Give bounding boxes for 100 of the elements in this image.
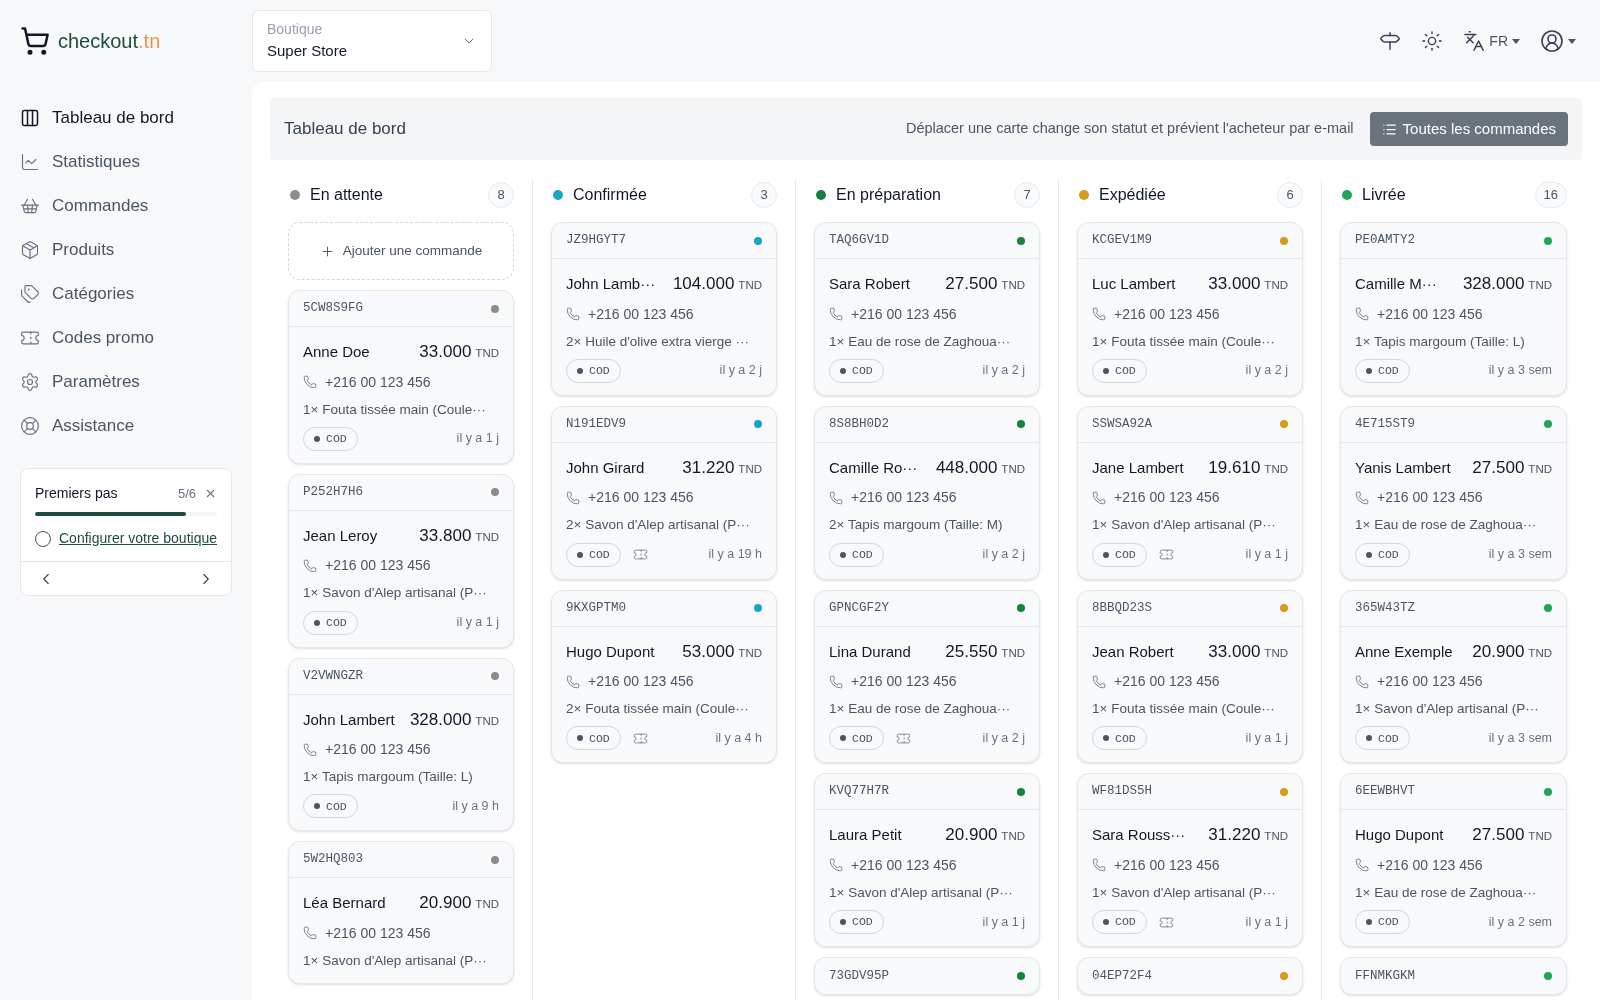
- task-link[interactable]: Configurer votre boutique: [59, 528, 217, 549]
- currency: TND: [738, 278, 762, 293]
- caret-icon: [1568, 38, 1576, 44]
- order-time: il y a 1 j: [1245, 546, 1288, 564]
- order-time: il y a 1 j: [456, 614, 499, 632]
- phone-number: +216 00 123 456: [588, 304, 694, 324]
- order-items: 2× Fouta tissée main (Coule···: [566, 700, 750, 718]
- order-card[interactable]: SSWSA92A Jane Lambert 19.610 TND +216 00 123 456 1× Savon d'Alep artisanal (P··· COD il y a 1 j: [1077, 405, 1303, 580]
- currency: TND: [738, 645, 762, 661]
- order-id: FFNMKGKM: [1355, 967, 1415, 985]
- phone-icon: [303, 926, 317, 941]
- order-card[interactable]: 4E715ST9 Yanis Lambert 27.500 TND +216 00 123 456 1× Eau de rose de Zaghoua··· COD il y a 3 sem: [1340, 405, 1567, 580]
- order-card[interactable]: WF81DS5H Sara Rouss··· 31.220 TND +216 00 123 456 1× Savon d'Alep artisanal (P··· COD il y a 1 j: [1077, 773, 1303, 947]
- order-amount: 20.900: [1472, 640, 1525, 663]
- order-items: 1× Savon d'Alep artisanal (P···: [1355, 700, 1540, 718]
- order-card[interactable]: P252H7H6 Jean Leroy 33.800 TND +216 00 123 456 1× Savon d'Alep artisanal (P··· COD il y a 1 j: [288, 473, 514, 648]
- phone-icon: [1355, 307, 1369, 321]
- order-items: 2× Tapis margoum (Taille: M): [829, 516, 1004, 535]
- sun-icon[interactable]: [1421, 30, 1444, 52]
- close-icon[interactable]: [204, 487, 217, 500]
- phone-number: +216 00 123 456: [1114, 855, 1220, 875]
- order-card[interactable]: 73GDV95P: [814, 957, 1040, 995]
- phone-icon: [829, 307, 843, 321]
- phone-icon: [1355, 674, 1369, 689]
- order-id: 8S8BH0D2: [829, 415, 889, 433]
- language-menu[interactable]: FR: [1463, 30, 1520, 52]
- order-card[interactable]: 04EP72F4: [1077, 957, 1303, 995]
- task-checkbox[interactable]: [35, 530, 51, 547]
- count-badge: 3: [751, 182, 777, 208]
- all-orders-button[interactable]: Toutes les commandes: [1369, 112, 1568, 146]
- sidebar-item[interactable]: Statistiques: [20, 140, 232, 184]
- order-card[interactable]: FFNMKGKM: [1340, 957, 1567, 995]
- phone-number: +216 00 123 456: [588, 672, 694, 691]
- order-id: JZ9HGYT7: [566, 232, 626, 250]
- order-amount: 33.000: [1208, 640, 1261, 663]
- order-items: 1× Tapis margoum (Taille: L): [303, 768, 474, 786]
- order-card[interactable]: 365W43TZ Anne Exemple 20.900 TND +216 00 123 456 1× Savon d'Alep artisanal (P··· COD il y a 3 sem: [1340, 589, 1567, 764]
- phone-icon: [1092, 858, 1106, 873]
- order-card[interactable]: 9KXGPTM0 Hugo Dupont 53.000 TND +216 00 123 456 2× Fouta tissée main (Coule··· COD il y a 4 h: [551, 589, 777, 764]
- sidebar-item[interactable]: Codes promo: [20, 316, 232, 360]
- currency: TND: [475, 897, 499, 913]
- phone-icon: [303, 558, 317, 573]
- order-items: 1× Savon d'Alep artisanal (P···: [1092, 883, 1277, 902]
- order-card[interactable]: 5CW8S9FG Anne Doe 33.000 TND +216 00 123 456 1× Fouta tissée main (Coule··· COD il y a 1 j: [288, 290, 514, 464]
- order-time: il y a 1 j: [1245, 729, 1288, 747]
- order-items: 2× Huile d'olive extra vierge ···: [566, 332, 751, 351]
- sidebar-item[interactable]: Commandes: [20, 184, 232, 228]
- phone-number: +216 00 123 456: [325, 923, 431, 943]
- sidebar-item[interactable]: Assistance: [20, 404, 232, 448]
- currency: TND: [1264, 278, 1288, 293]
- caret-icon: [1512, 38, 1520, 44]
- account-menu[interactable]: [1540, 29, 1576, 53]
- sidebar-item[interactable]: Tableau de bord: [20, 96, 232, 140]
- order-card[interactable]: 8BBQD23S Jean Robert 33.000 TND +216 00 123 456 1× Fouta tissée main (Coule··· COD il y a 1 j: [1077, 589, 1303, 764]
- column-title: Expédiée: [1099, 185, 1166, 205]
- currency: TND: [1001, 829, 1025, 845]
- customer-name: Hugo Dupont: [566, 641, 655, 662]
- add-order-button[interactable]: Ajouter une commande: [288, 222, 514, 280]
- order-id: 5W2HQ803: [303, 851, 363, 869]
- customer-name: John Lambert: [303, 709, 395, 730]
- order-card[interactable]: 5W2HQ803 Léa Bernard 20.900 TND +216 00 123 456 1× Savon d'Alep artisanal (P···: [288, 841, 514, 984]
- order-time: il y a 3 sem: [1488, 546, 1552, 564]
- currency: TND: [1264, 829, 1288, 845]
- customer-name: Anne Exemple: [1355, 641, 1453, 662]
- customer-name: Léa Bernard: [303, 893, 386, 914]
- order-items: 1× Fouta tissée main (Coule···: [303, 400, 487, 419]
- customer-name: Sara Robert: [829, 274, 910, 294]
- order-card[interactable]: JZ9HGYT7 John Lamb··· 104.000 TND +216 00 123 456 2× Huile d'olive extra vierge ··· COD il y a 2 j: [551, 222, 777, 396]
- phone-number: +216 00 123 456: [1377, 304, 1483, 324]
- order-card[interactable]: 8S8BH0D2 Camille Ro··· 448.000 TND +216 00 123 456 2× Tapis margoum (Taille: M) COD il y a 2 j: [814, 405, 1040, 580]
- order-time: il y a 2 j: [982, 546, 1025, 564]
- order-card[interactable]: 6EEWBHVT Hugo Dupont 27.500 TND +216 00 123 456 1× Eau de rose de Zaghoua··· COD il y a 2 sem: [1340, 773, 1567, 947]
- order-id: KCGEV1M9: [1092, 232, 1152, 250]
- order-id: 8BBQD23S: [1092, 599, 1152, 617]
- order-card[interactable]: N191EDV9 John Girard 31.220 TND +216 00 123 456 2× Savon d'Alep artisanal (P··· COD il y a 19 h: [551, 405, 777, 580]
- currency: TND: [1528, 278, 1552, 293]
- order-time: il y a 1 j: [456, 430, 499, 448]
- count-badge: 16: [1534, 182, 1567, 208]
- translate-icon: [1463, 30, 1486, 52]
- order-card[interactable]: GPNCGF2Y Lina Durand 25.550 TND +216 00 123 456 1× Eau de rose de Zaghoua··· COD il y a 2 j: [814, 589, 1040, 764]
- sidebar-item[interactable]: Paramètres: [20, 360, 232, 404]
- order-card[interactable]: TAQ6GV1D Sara Robert 27.500 TND +216 00 123 456 1× Eau de rose de Zaghoua··· COD il y a 2 j: [814, 222, 1040, 396]
- order-time: il y a 2 sem: [1488, 913, 1552, 931]
- order-card[interactable]: KVQ77H7R Laura Petit 20.900 TND +216 00 123 456 1× Savon d'Alep artisanal (P··· COD il y a 1 j: [814, 773, 1040, 947]
- user-icon: [1540, 29, 1564, 53]
- sidebar-item[interactable]: Produits: [20, 228, 232, 272]
- store-selector[interactable]: Boutique Super Store: [252, 10, 492, 72]
- customer-name: Lina Durand: [829, 641, 911, 662]
- order-amount: 27.500: [945, 273, 998, 295]
- customer-name: Jean Leroy: [303, 525, 378, 546]
- sidebar-item[interactable]: Catégories: [20, 272, 232, 316]
- phone-icon: [566, 307, 580, 321]
- signpost-icon[interactable]: [1379, 30, 1402, 52]
- order-items: 1× Eau de rose de Zaghoua···: [1355, 516, 1538, 535]
- order-amount: 31.220: [1208, 824, 1261, 847]
- order-id: V2VWNGZR: [303, 667, 363, 685]
- order-card[interactable]: PE0AMTY2 Camille M··· 328.000 TND +216 00 123 456 1× Tapis margoum (Taille: L) COD il y a 3 sem: [1340, 222, 1567, 396]
- phone-number: +216 00 123 456: [1114, 672, 1220, 691]
- order-card[interactable]: KCGEV1M9 Luc Lambert 33.000 TND +216 00 123 456 1× Fouta tissée main (Coule··· COD il y a 2 j: [1077, 222, 1303, 396]
- order-card[interactable]: V2VWNGZR John Lambert 328.000 TND +216 00 123 456 1× Tapis margoum (Taille: L) COD il y a 9 h: [288, 657, 514, 832]
